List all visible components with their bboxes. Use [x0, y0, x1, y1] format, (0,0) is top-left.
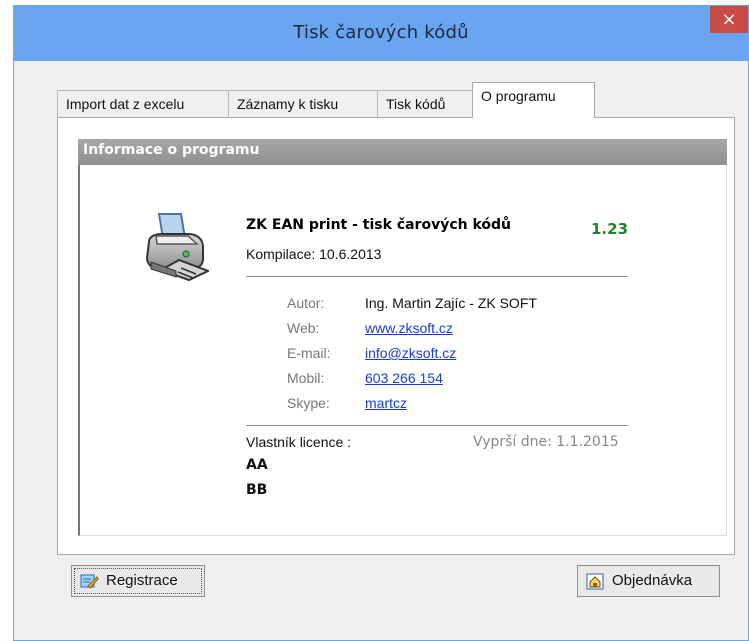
mobile-link[interactable]: 603 266 154: [365, 370, 443, 386]
author-label: Autor:: [287, 295, 325, 311]
author-value: Ing. Martin Zajíc - ZK SOFT: [365, 295, 537, 311]
registration-label: Registrace: [106, 572, 178, 589]
application-window: Tisk čarových kódů × Import dat z excelu…: [13, 5, 749, 641]
registration-button[interactable]: Registrace: [71, 565, 205, 597]
tab-label: O programu: [481, 88, 556, 104]
license-owner-line: AA: [246, 457, 268, 473]
web-label: Web:: [287, 320, 320, 336]
build-date: Kompilace: 10.6.2013: [246, 246, 382, 262]
tab-import-data[interactable]: Import dat z excelu: [57, 90, 229, 117]
tab-print-records[interactable]: Záznamy k tisku: [228, 90, 378, 117]
tab-print-codes[interactable]: Tisk kódů: [377, 90, 473, 117]
email-label: E-mail:: [287, 345, 331, 361]
divider: [246, 425, 628, 426]
order-icon: [586, 573, 604, 590]
group-title: Informace o programu: [83, 142, 260, 158]
mobile-label: Mobil:: [287, 370, 325, 386]
skype-label: Skype:: [287, 395, 330, 411]
order-button[interactable]: Objednávka: [577, 565, 720, 597]
license-owner-label: Vlastník licence :: [246, 434, 352, 450]
skype-link[interactable]: martcz: [365, 395, 407, 411]
order-label: Objednávka: [612, 572, 693, 589]
close-button[interactable]: ×: [710, 6, 748, 33]
tab-label: Záznamy k tisku: [237, 96, 339, 112]
printer-icon: [145, 213, 209, 282]
window-title: Tisk čarových kódů: [293, 22, 469, 43]
application-version: 1.23: [591, 220, 629, 238]
application-name: ZK EAN print - tisk čarových kódů: [246, 217, 512, 233]
email-link[interactable]: info@zksoft.cz: [365, 345, 456, 361]
tab-label: Tisk kódů: [386, 96, 446, 112]
title-bar[interactable]: Tisk čarových kódů ×: [14, 6, 748, 61]
registration-icon: [80, 574, 99, 589]
close-icon: ×: [721, 9, 737, 30]
group-header: Informace o programu: [78, 139, 727, 165]
tab-label: Import dat z excelu: [66, 96, 185, 112]
program-info-group: Informace o programu ZK EAN print - tisk…: [78, 139, 727, 536]
license-owner-line: BB: [246, 482, 268, 498]
about-panel: Informace o programu ZK EAN print - tisk…: [57, 117, 735, 555]
license-expiration: Vyprší dne: 1.1.2015: [473, 434, 619, 450]
web-link[interactable]: www.zksoft.cz: [365, 320, 453, 336]
divider: [246, 276, 628, 277]
tab-about-program[interactable]: O programu: [472, 82, 595, 118]
